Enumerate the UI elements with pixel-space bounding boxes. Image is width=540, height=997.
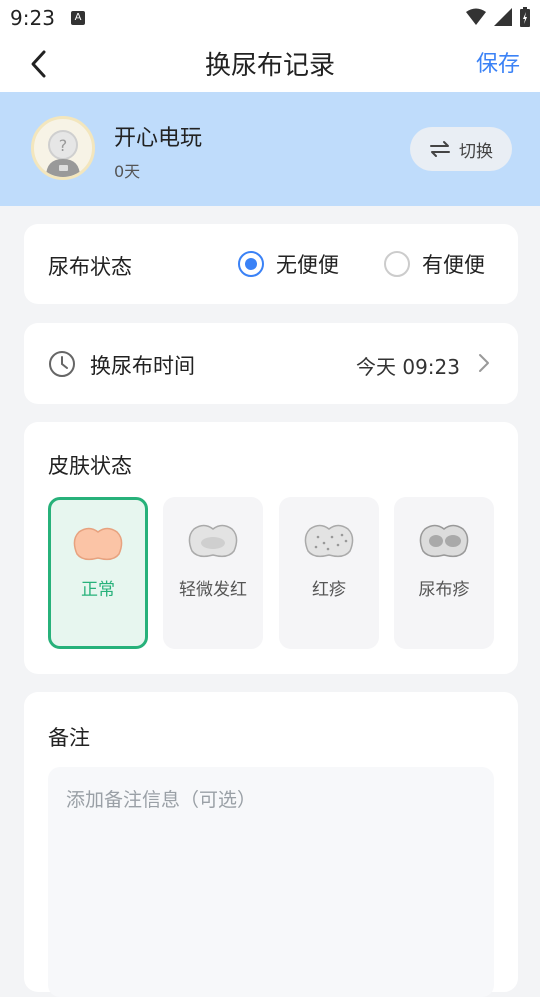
- wifi-icon: [466, 8, 486, 25]
- page-title: 换尿布记录: [204, 51, 335, 81]
- skin-rash-icon: [304, 524, 354, 558]
- switch-baby-button[interactable]: 切换: [410, 127, 512, 171]
- skin-option-label: 轻微发红: [179, 580, 247, 600]
- svg-text:?: ?: [59, 136, 68, 155]
- skin-option-label: 正常: [81, 580, 115, 600]
- battery-icon: [520, 7, 530, 27]
- notes-input[interactable]: 添加备注信息（可选）: [48, 767, 494, 997]
- switch-label: 切换: [459, 141, 493, 162]
- notification-icon: A: [71, 11, 85, 25]
- status-time: 9:23: [10, 6, 55, 30]
- radio-unchecked-icon: [384, 251, 410, 277]
- skin-diaper-rash-icon: [419, 524, 469, 558]
- baby-placeholder-icon: ?: [46, 130, 80, 177]
- skin-status-card: 皮肤状态 正常 轻微发红 红疹 尿布疹: [24, 422, 518, 674]
- status-bar: 9:23 A: [0, 0, 540, 36]
- skin-option-diaper-rash[interactable]: 尿布疹: [394, 497, 494, 649]
- change-time-label: 换尿布时间: [90, 354, 195, 378]
- baby-age: 0天: [114, 162, 141, 181]
- diaper-status-label: 尿布状态: [48, 255, 132, 279]
- notes-card: 备注 添加备注信息（可选）: [24, 692, 518, 997]
- skin-option-normal[interactable]: 正常: [48, 497, 148, 649]
- change-time-value: 今天 09:23: [356, 355, 460, 379]
- radio-has-poop[interactable]: 有便便: [384, 249, 485, 279]
- notes-label: 备注: [48, 726, 90, 750]
- baby-name: 开心电玩: [114, 126, 203, 151]
- skin-option-rash[interactable]: 红疹: [279, 497, 379, 649]
- skin-option-label: 尿布疹: [418, 580, 470, 600]
- save-button[interactable]: 保存: [476, 46, 520, 78]
- status-icons: [466, 7, 530, 27]
- radio-no-poop[interactable]: 无便便: [238, 249, 339, 279]
- radio-label: 有便便: [422, 253, 485, 277]
- swap-icon: [430, 141, 450, 157]
- diaper-status-card: 尿布状态 无便便 有便便: [24, 224, 518, 304]
- skin-option-label: 红疹: [312, 580, 346, 600]
- clock-icon: [49, 351, 75, 377]
- skin-status-label: 皮肤状态: [48, 454, 132, 478]
- nav-bar: 换尿布记录 保存: [0, 36, 540, 92]
- change-time-row[interactable]: 换尿布时间 今天 09:23: [24, 323, 518, 404]
- chevron-right-icon: [479, 354, 489, 372]
- radio-label: 无便便: [276, 253, 339, 277]
- skin-mild-redness-icon: [188, 524, 238, 558]
- baby-banner: ? 开心电玩 0天 切换: [0, 92, 540, 206]
- signal-icon: [494, 8, 512, 26]
- skin-option-mild-redness[interactable]: 轻微发红: [163, 497, 263, 649]
- skin-normal-icon: [73, 527, 123, 561]
- baby-avatar[interactable]: ?: [31, 116, 95, 180]
- radio-checked-icon: [238, 251, 264, 277]
